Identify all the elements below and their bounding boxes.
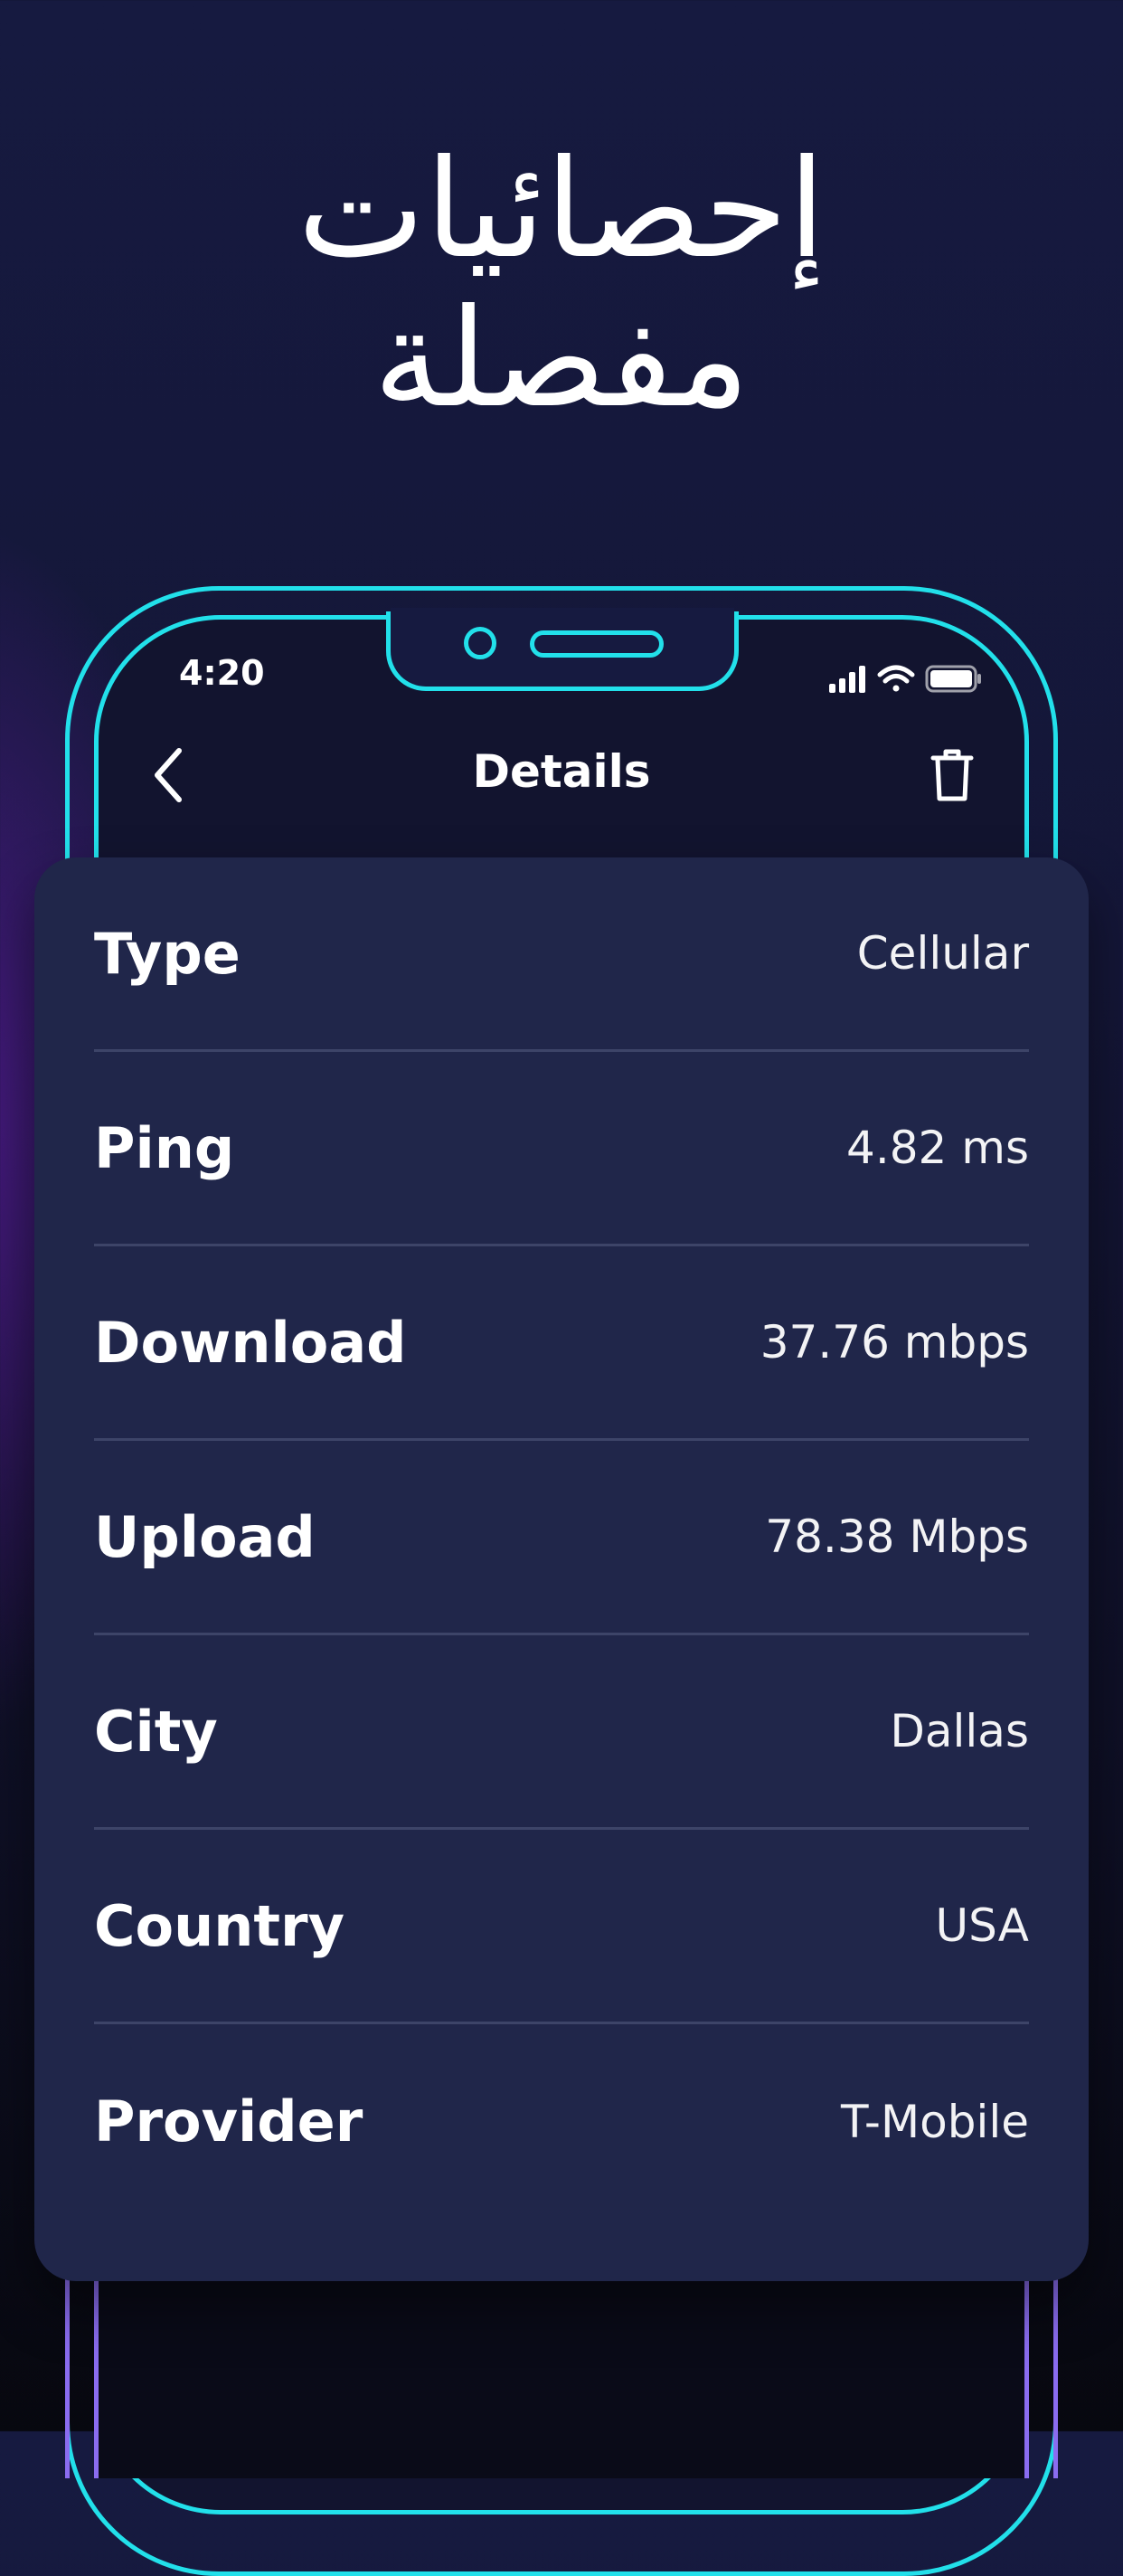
detail-row-type: Type Cellular: [94, 857, 1029, 1052]
detail-value: 37.76 mbps: [760, 1316, 1029, 1368]
detail-value: Dallas: [890, 1705, 1029, 1757]
detail-label: Upload: [94, 1503, 316, 1570]
detail-label: Ping: [94, 1114, 235, 1181]
detail-value: Cellular: [856, 927, 1029, 980]
status-icons: [829, 665, 981, 693]
wifi-icon: [877, 665, 915, 692]
detail-label: Country: [94, 1892, 345, 1959]
detail-label: Provider: [94, 2088, 363, 2155]
detail-value: 4.82 ms: [846, 1122, 1029, 1174]
detail-row-upload: Upload 78.38 Mbps: [94, 1441, 1029, 1635]
trash-icon[interactable]: [930, 747, 975, 803]
headline-line-2: مفصلة: [373, 280, 750, 438]
detail-label: City: [94, 1698, 218, 1765]
signal-icon: [829, 666, 865, 693]
page-title: Details: [472, 745, 651, 798]
detail-row-provider: Provider T-Mobile: [94, 2024, 1029, 2219]
detail-value: T-Mobile: [840, 2095, 1029, 2148]
detail-row-country: Country USA: [94, 1830, 1029, 2024]
detail-value: USA: [935, 1899, 1029, 1952]
headline-line-1: إحصائيات: [297, 131, 826, 289]
detail-label: Type: [94, 920, 241, 987]
details-card: Type Cellular Ping 4.82 ms Download 37.7…: [34, 857, 1089, 2281]
detail-label: Download: [94, 1309, 407, 1376]
detail-row-city: City Dallas: [94, 1635, 1029, 1830]
camera-icon: [464, 627, 496, 659]
detail-value: 78.38 Mbps: [765, 1511, 1029, 1563]
promo-headline: إحصائيات مفصلة: [0, 136, 1123, 434]
battery-icon: [925, 665, 981, 693]
detail-row-download: Download 37.76 mbps: [94, 1246, 1029, 1441]
speaker-icon: [530, 630, 664, 658]
status-time: 4:20: [179, 653, 265, 693]
chevron-left-icon[interactable]: [145, 743, 195, 807]
detail-row-ping: Ping 4.82 ms: [94, 1052, 1029, 1246]
